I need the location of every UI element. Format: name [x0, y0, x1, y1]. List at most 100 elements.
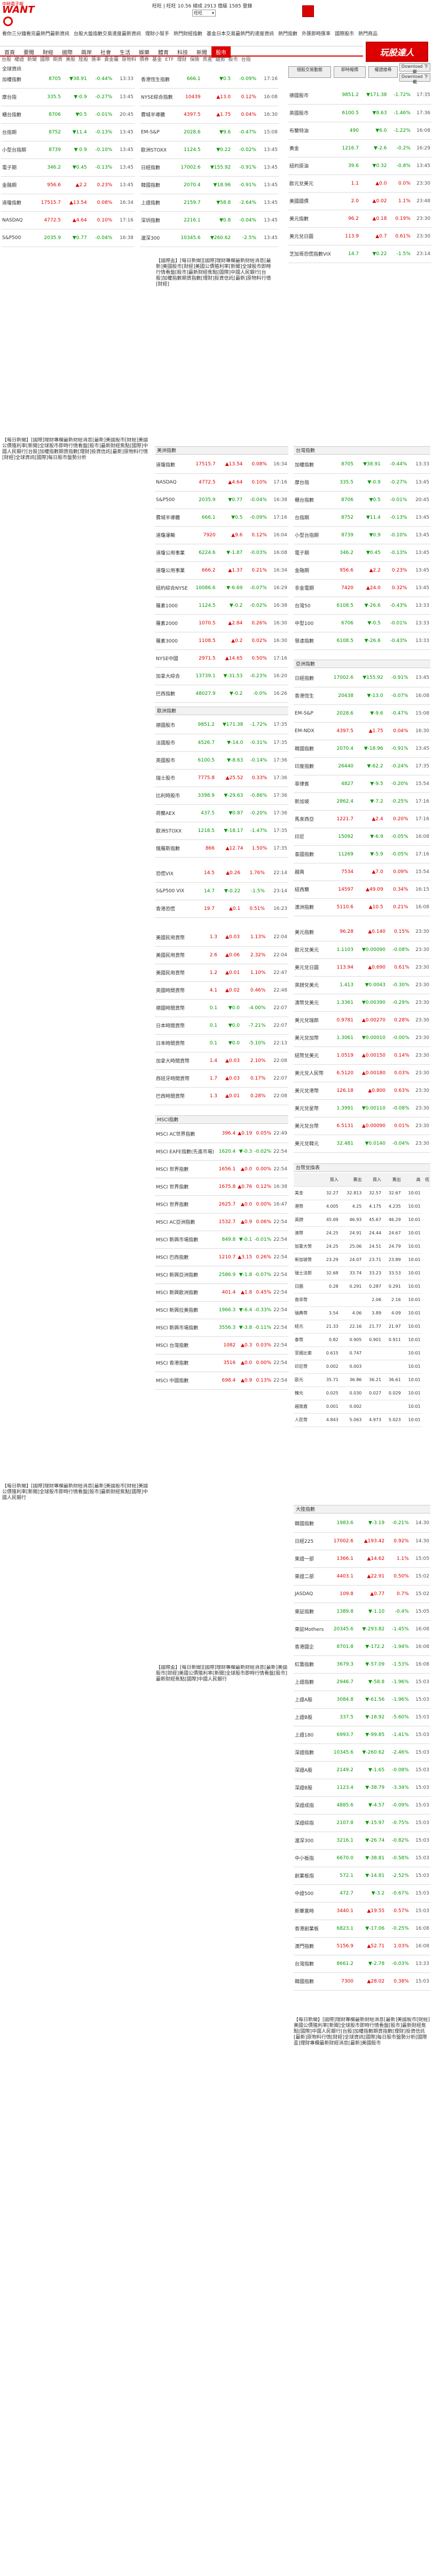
table-row[interactable]: 日經225 17002.6 ▲193.42 0.92% 14:30: [294, 1532, 430, 1550]
table-row[interactable]: 越南 7534 ▲7.0 0.09% 15:54: [294, 863, 430, 881]
index-name[interactable]: 泰國指數: [294, 845, 327, 863]
index-name[interactable]: MSCI AC亞洲指數: [155, 1213, 216, 1231]
index-name[interactable]: MSCI 世界指數: [155, 1195, 216, 1214]
table-row[interactable]: 韓國指數 7300 ▲28.02 0.38% 15:03: [294, 1972, 430, 1991]
table-row[interactable]: 小型台指期 8739 ▼0.9 -0.10% 13:45: [294, 526, 430, 544]
table-row[interactable]: 英國時間貨幣 4.1 ▲0.02 0.46% 22:48: [155, 981, 288, 1000]
index-name[interactable]: 上證指數: [294, 1673, 327, 1691]
table-row[interactable]: 韓國指數 2070.4 ▼18.96 -0.91% 13:45: [140, 176, 279, 194]
table-row[interactable]: 創業板指 572.1 ▼-14.81 -2.52% 15:03: [294, 1867, 430, 1885]
table-row[interactable]: 日本時間貨幣 0.1 ▼0.0 -5.10% 22:13: [155, 1034, 288, 1052]
top-link[interactable]: 外匯即時匯率: [302, 31, 330, 37]
table-row[interactable]: 東證一部 1366.1 ▲14.62 1.1% 15:05: [294, 1550, 430, 1568]
table-row[interactable]: 香港恆生 20438 ▼-13.0 -0.07% 16:08: [294, 687, 430, 705]
index-name[interactable]: 台指期: [294, 509, 327, 527]
index-name[interactable]: 小型台指期: [294, 526, 327, 544]
currency-name[interactable]: 瑞士法郎: [294, 1266, 320, 1280]
table-row[interactable]: MSCI 世界指數 2625.7 ▲0.0 0.00% 16:47: [155, 1195, 288, 1214]
table-row[interactable]: 印尼 15092 ▼-6.9 -0.05% 16:08: [294, 828, 430, 846]
table-row[interactable]: 上證B股 337.5 ▼-18.92 -5.60% 15:03: [294, 1708, 430, 1726]
currency-name[interactable]: 美金: [294, 1186, 320, 1200]
index-name[interactable]: 中證500: [294, 1884, 327, 1903]
table-row[interactable]: 美元兌日圓 113.9 ▲0.7 0.61% 23:30: [288, 227, 431, 245]
top-link[interactable]: 台股大盤指數交易速度最新資訊: [74, 31, 141, 37]
top-select[interactable]: 旺旺: [192, 10, 216, 17]
table-row[interactable]: 英國股市 6100.5 ▼8.63 -1.46% 17:36: [288, 104, 431, 122]
index-name[interactable]: 美元兌台幣: [294, 1117, 327, 1135]
index-name[interactable]: 日經225: [294, 1532, 327, 1550]
subnav-item[interactable]: 基金: [152, 57, 162, 62]
table-row[interactable]: 黃金 1216.7 ▼-2.6 -0.2% 16:29: [288, 139, 431, 157]
table-row[interactable]: 美元兌日圓 113.94 ▲0.690 0.61% 23:30: [294, 958, 430, 977]
index-name[interactable]: 美國民用貨幣: [155, 964, 191, 982]
index-name[interactable]: 摩台指: [294, 473, 327, 492]
table-row[interactable]: 澳幣 24.25 24.91 24.44 24.67 10:01: [294, 1226, 430, 1240]
index-name[interactable]: 小型台指期: [1, 141, 34, 159]
index-name[interactable]: 道瓊指數: [155, 456, 189, 474]
index-name[interactable]: 東證二部: [294, 1567, 327, 1586]
index-name[interactable]: 英鎊兌美元: [294, 976, 327, 994]
top-link[interactable]: 熱門商品: [358, 31, 377, 37]
index-name[interactable]: 法國股市: [155, 734, 188, 752]
table-row[interactable]: 滬深300 10345.6 ▼260.62 -2.5% 13:45: [140, 229, 279, 247]
index-name[interactable]: MSCI 台灣指數: [155, 1336, 216, 1354]
index-name[interactable]: 英國時間貨幣: [155, 981, 191, 1000]
index-name[interactable]: 深圳指數: [140, 211, 174, 229]
index-name[interactable]: 黃金: [288, 139, 332, 157]
download-button-2[interactable]: Download 下載: [399, 73, 430, 84]
table-row[interactable]: 美國民用貨幣 1.2 ▲0.01 1.10% 22:47: [155, 964, 288, 982]
index-name[interactable]: 日經指數: [294, 669, 327, 687]
index-name[interactable]: 香港恐慌: [155, 900, 188, 918]
index-name[interactable]: MSCI 新興拉美指數: [155, 1301, 216, 1319]
index-name[interactable]: NYSE中國: [155, 649, 189, 668]
table-row[interactable]: 布蘭特油 490 ▼6.0 -1.22% 16:08: [288, 122, 431, 140]
table-row[interactable]: 加拿大綜合 13739.1 ▼-31.53 -0.23% 16:20: [155, 667, 288, 685]
index-name[interactable]: MSCI AC世界指數: [155, 1125, 216, 1143]
index-name[interactable]: 印尼: [294, 828, 327, 846]
subnav-item[interactable]: 國際: [40, 57, 50, 62]
index-name[interactable]: 電子期: [294, 544, 327, 562]
index-name[interactable]: 澳幣兌美元: [294, 994, 327, 1012]
index-name[interactable]: 美國國債: [288, 192, 332, 210]
index-name[interactable]: 美元兌日圓: [288, 227, 332, 245]
table-row[interactable]: 金融期 956.6 ▲2.2 0.23% 13:45: [294, 561, 430, 580]
subnav-item[interactable]: 理財: [177, 57, 187, 62]
index-name[interactable]: 西班牙時間貨幣: [155, 1069, 191, 1088]
index-name[interactable]: S&P500: [155, 491, 189, 509]
index-name[interactable]: 韓國指數: [294, 1515, 327, 1533]
index-name[interactable]: 新加坡: [294, 792, 327, 811]
table-row[interactable]: 東證二部 4403.1 ▲22.91 0.50% 15:02: [294, 1567, 430, 1586]
index-name[interactable]: 歐洲STOXX: [155, 822, 188, 840]
index-name[interactable]: 美元兌人民幣: [294, 1064, 327, 1082]
subnav-item[interactable]: 保險: [190, 57, 200, 62]
subnav-item[interactable]: 原物料: [122, 57, 136, 62]
table-row[interactable]: 紐約原油 39.6 ▼0.32 -0.8% 13:45: [288, 157, 431, 175]
table-row[interactable]: MSCI 新興市場指數 3556.3 ▼-3.8 -0.11% 22:54: [155, 1319, 288, 1337]
table-row[interactable]: 英鎊 45.09 46.93 45.67 46.29 10:01: [294, 1213, 430, 1227]
index-name[interactable]: 美元兌加幣: [294, 1029, 327, 1047]
index-name[interactable]: 德國時間貨幣: [155, 999, 191, 1017]
currency-name[interactable]: 歐元: [294, 1373, 320, 1387]
table-row[interactable]: 德國股市 9851.2 ▼171.38 -1.72% 17:35: [155, 716, 288, 734]
subnav-item[interactable]: 債券: [139, 57, 149, 62]
table-row[interactable]: 東証指數 1389.8 ▼-1.10 -0.4% 15:05: [294, 1603, 430, 1621]
index-name[interactable]: 英國股市: [288, 104, 332, 122]
index-name[interactable]: 羅素1000: [155, 597, 189, 615]
index-name[interactable]: MSCI 香港指數: [155, 1354, 216, 1372]
index-name[interactable]: 櫃台指數: [1, 106, 34, 124]
table-row[interactable]: 台指期 8752 ▼11.4 -0.13% 13:45: [294, 509, 430, 527]
currency-name[interactable]: 瑞典幣: [294, 1306, 320, 1320]
index-name[interactable]: 巴西時間貨幣: [155, 1087, 191, 1105]
index-name[interactable]: 滬深300: [294, 1832, 327, 1850]
index-name[interactable]: 紐幣兌美元: [294, 1047, 327, 1065]
top-link[interactable]: 理財小幫手: [145, 31, 169, 37]
table-row[interactable]: 荷蘭AEX 437.5 ▼0.87 -0.20% 17:36: [155, 804, 288, 822]
index-name[interactable]: 加權指數: [1, 70, 34, 89]
table-row[interactable]: 深圳指數 2216.1 ▼0.8 -0.04% 13:45: [140, 211, 279, 229]
currency-name[interactable]: 韓元: [294, 1386, 320, 1400]
table-row[interactable]: MSCI 新興歐洲指數 401.4 ▲1.8 0.45% 22:54: [155, 1283, 288, 1302]
index-name[interactable]: 澳洲指數: [294, 898, 327, 916]
index-name[interactable]: 金融期: [294, 561, 327, 580]
table-row[interactable]: 紐幣兌美元 1.0519 ▲0.00150 0.14% 23:30: [294, 1047, 430, 1065]
index-name[interactable]: 美元兌韓元: [294, 1135, 327, 1153]
